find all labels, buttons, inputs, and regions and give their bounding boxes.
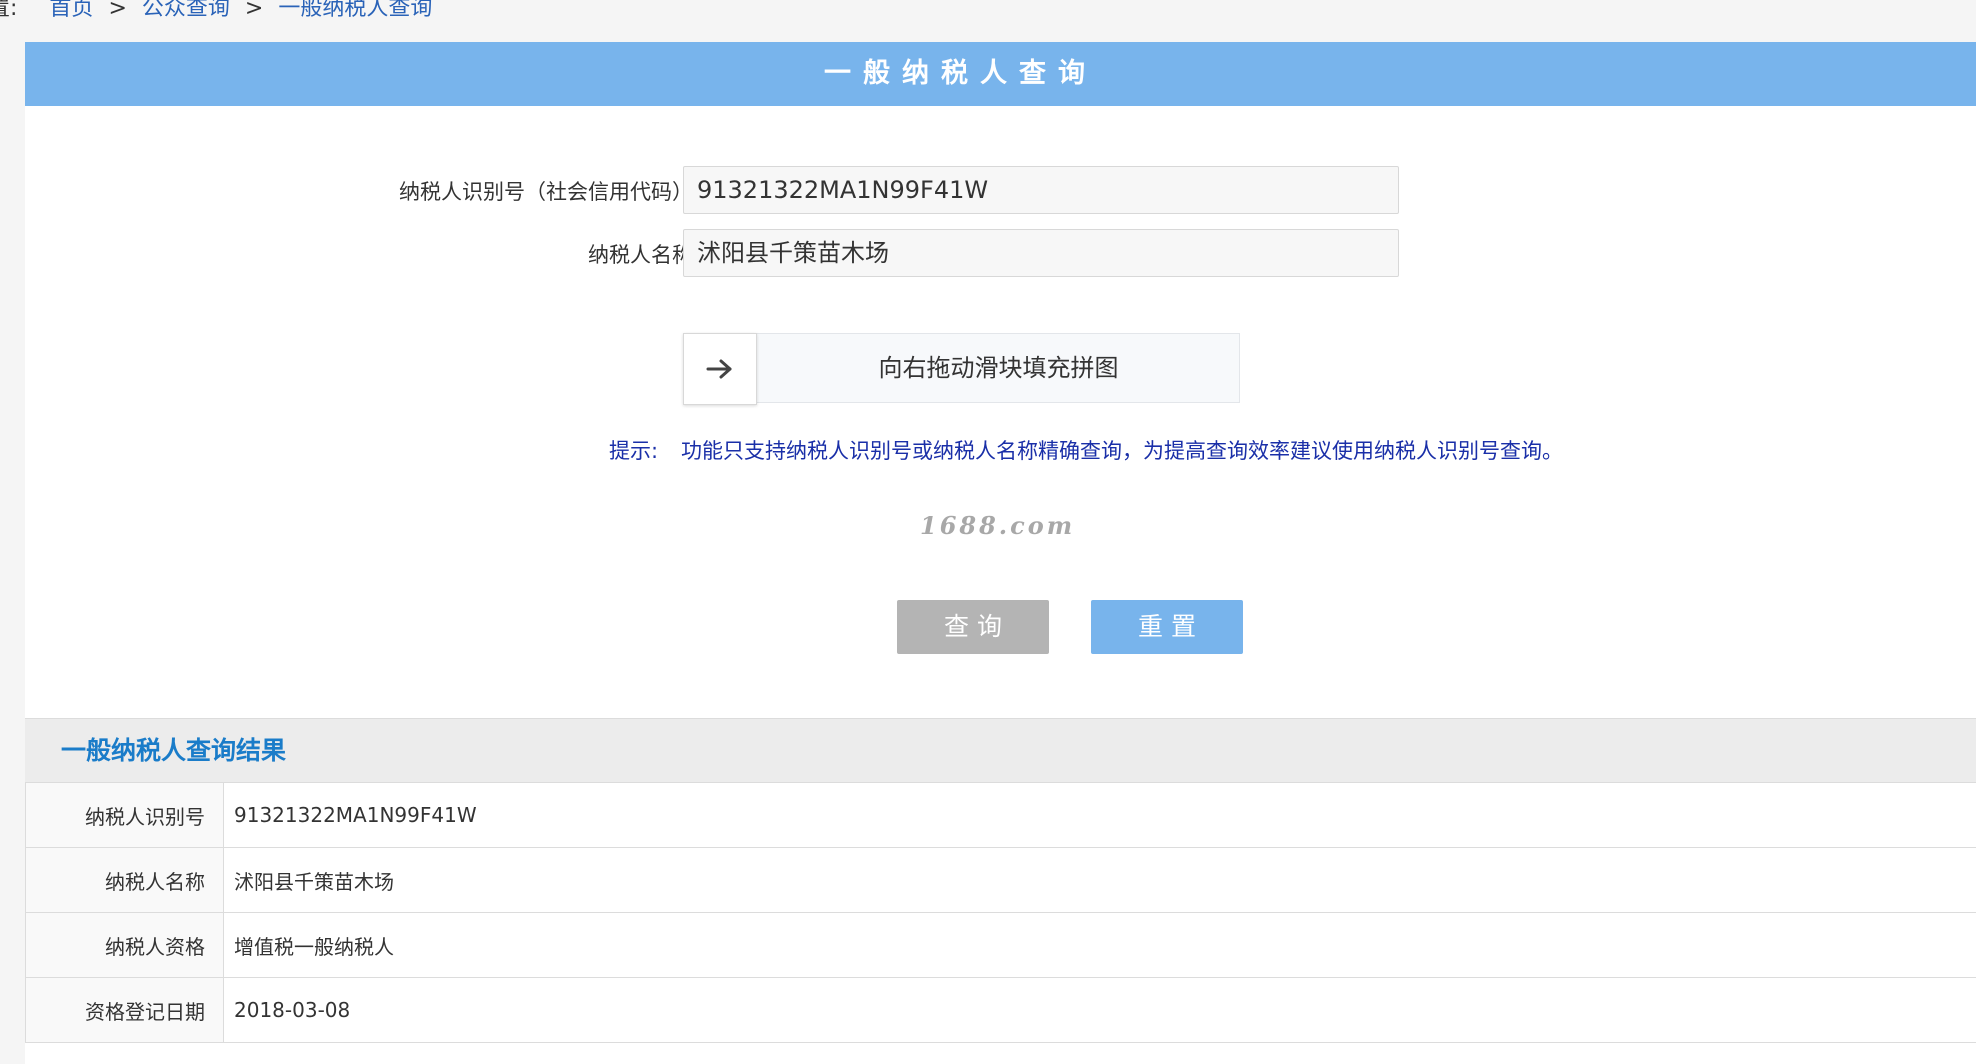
results-header: 一般纳税人查询结果 xyxy=(25,718,1976,782)
result-key: 纳税人识别号 xyxy=(25,782,224,848)
breadcrumb-separator: > xyxy=(108,0,127,21)
slider-handle[interactable] xyxy=(683,333,757,405)
slider-captcha: 向右拖动滑块填充拼图 xyxy=(683,333,1240,405)
query-panel: 一般纳税人查询 纳税人识别号（社会信用代码） 纳税人名称 向右拖动滑块填充拼图 … xyxy=(25,42,1976,1064)
taxpayer-name-row: 纳税人名称 xyxy=(25,229,1976,281)
breadcrumb: 置: 首页 > 公众查询 > 一般纳税人查询 xyxy=(0,0,1976,40)
page-title: 一般纳税人查询 xyxy=(824,58,1097,89)
tip-text: 功能只支持纳税人识别号或纳税人名称精确查询，为提高查询效率建议使用纳税人识别号查… xyxy=(681,439,1563,463)
result-key: 纳税人资格 xyxy=(25,912,224,978)
results-section: 一般纳税人查询结果 纳税人识别号 91321322MA1N99F41W 纳税人名… xyxy=(25,718,1976,1064)
table-row: 资格登记日期 2018-03-08 xyxy=(25,977,1976,1043)
slider-hint-text: 向右拖动滑块填充拼图 xyxy=(878,354,1119,382)
taxpayer-name-input[interactable] xyxy=(683,229,1399,277)
left-strip xyxy=(0,40,25,1064)
arrow-right-icon xyxy=(706,359,732,379)
result-key: 纳税人名称 xyxy=(25,847,224,913)
table-row: 纳税人识别号 91321322MA1N99F41W xyxy=(25,782,1976,848)
result-value: 增值税一般纳税人 xyxy=(223,912,1976,978)
breadcrumb-current: 一般纳税人查询 xyxy=(278,0,433,21)
breadcrumb-separator: > xyxy=(244,0,264,21)
result-key: 资格登记日期 xyxy=(25,977,224,1043)
taxpayer-name-label: 纳税人名称 xyxy=(588,243,693,267)
breadcrumb-prefix: 置: xyxy=(0,0,18,21)
results-table: 纳税人识别号 91321322MA1N99F41W 纳税人名称 沭阳县千策苗木场… xyxy=(25,782,1976,1043)
table-row: 纳税人资格 增值税一般纳税人 xyxy=(25,912,1976,978)
table-row: 纳税人名称 沭阳县千策苗木场 xyxy=(25,847,1976,913)
taxpayer-id-row: 纳税人识别号（社会信用代码） xyxy=(25,166,1976,218)
result-value: 沭阳县千策苗木场 xyxy=(223,847,1976,913)
breadcrumb-home-link[interactable]: 首页 xyxy=(49,0,93,21)
breadcrumb-section-link[interactable]: 公众查询 xyxy=(142,0,230,21)
taxpayer-id-label: 纳税人识别号（社会信用代码） xyxy=(399,180,693,204)
result-value: 91321322MA1N99F41W xyxy=(223,782,1976,848)
tip-message: 提示: 功能只支持纳税人识别号或纳税人名称精确查询，为提高查询效率建议使用纳税人识… xyxy=(609,435,1563,465)
panel-header: 一般纳税人查询 xyxy=(25,42,1976,106)
page: 置: 首页 > 公众查询 > 一般纳税人查询 一般纳税人查询 纳税人识别号（社会… xyxy=(0,0,1976,1064)
watermark: 1688.com xyxy=(920,511,1076,540)
taxpayer-id-input[interactable] xyxy=(683,166,1399,214)
query-button[interactable]: 查询 xyxy=(897,600,1049,654)
reset-button[interactable]: 重置 xyxy=(1091,600,1243,654)
results-title: 一般纳税人查询结果 xyxy=(61,736,287,765)
tip-label: 提示: xyxy=(609,439,659,463)
result-value: 2018-03-08 xyxy=(223,977,1976,1043)
